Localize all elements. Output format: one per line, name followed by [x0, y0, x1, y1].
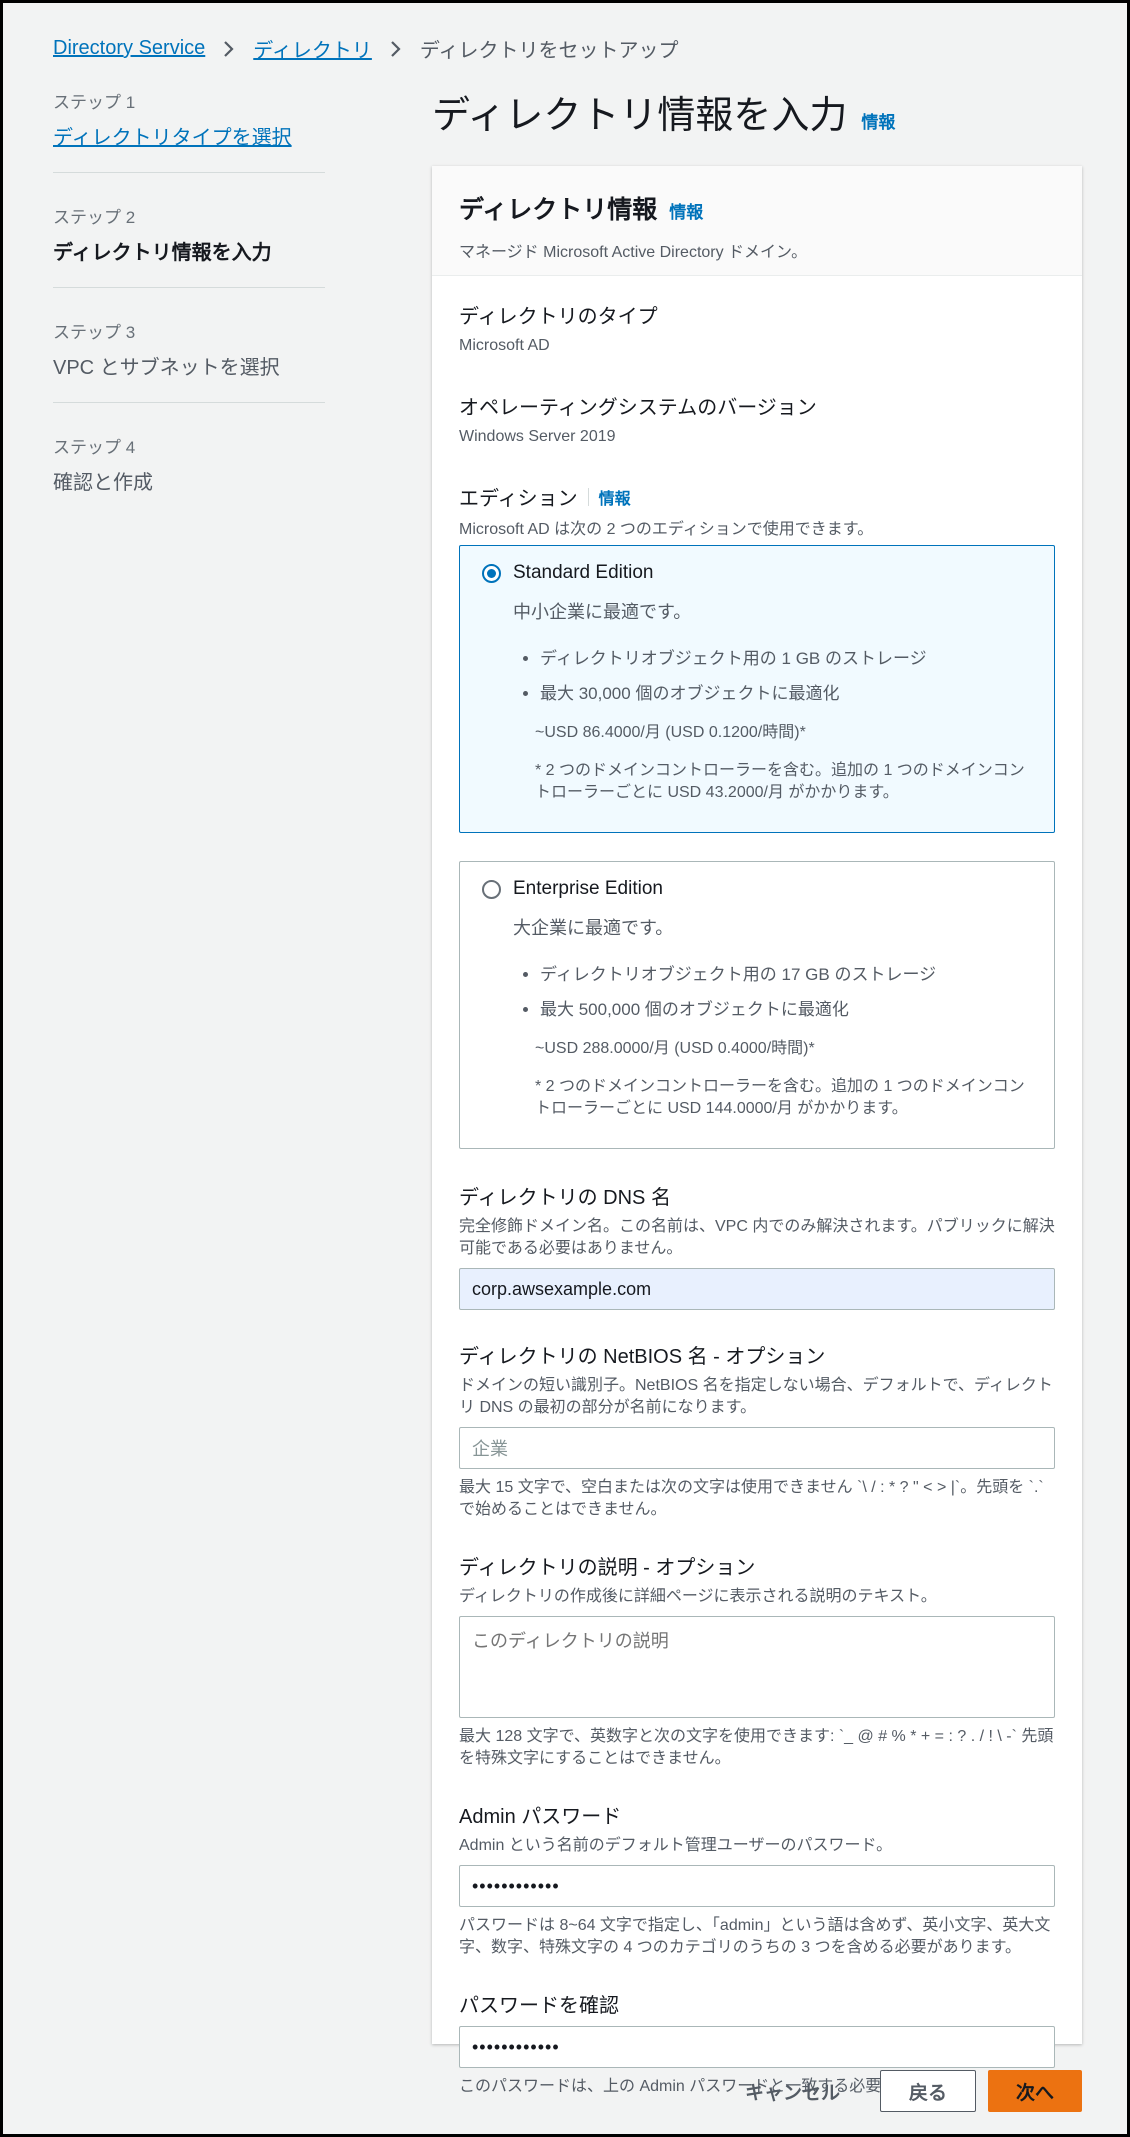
confirm-password-input[interactable]: •••••••••••• — [459, 2026, 1055, 2068]
admin-password-help: Admin という名前のデフォルト管理ユーザーのパスワード。 — [459, 1837, 893, 1854]
dns-name-help: 完全修飾ドメイン名。この名前は、VPC 内でのみ解決されます。パブリックに解決可… — [459, 1218, 1055, 1257]
page-info-link[interactable]: 情報 — [861, 108, 895, 133]
panel-info-link[interactable]: 情報 — [669, 198, 703, 223]
panel-title: ディレクトリ情報 情報 — [459, 190, 1055, 226]
chevron-right-icon — [223, 40, 235, 58]
dns-name-input[interactable]: corp.awsexample.com — [459, 1268, 1055, 1310]
step-2-current: ディレクトリ情報を入力 — [53, 242, 272, 264]
step-number: ステップ 1 — [53, 93, 136, 112]
edition-field: エディション 情報 Microsoft AD は次の 2 つのエディションで使用… — [459, 482, 1055, 1149]
admin-password-constraint: パスワードは 8~64 文字で指定し、「admin」という語は含めず、英小文字、… — [459, 1917, 1051, 1956]
breadcrumb-directory-service[interactable]: Directory Service — [53, 37, 205, 60]
netbios-name-help: ドメインの短い識別子。NetBIOS 名を指定しない場合、デフォルトで、ディレク… — [459, 1377, 1053, 1416]
divider — [587, 487, 589, 506]
chevron-right-icon — [390, 40, 402, 58]
step-number: ステップ 3 — [53, 323, 136, 342]
step-number: ステップ 2 — [53, 208, 136, 227]
netbios-name-input[interactable]: 企業 — [459, 1427, 1055, 1469]
edition-tile-enterprise[interactable]: Enterprise Edition 大企業に最適です。 ディレクトリオブジェク… — [459, 861, 1055, 1149]
cancel-button[interactable]: キャンセル — [745, 2078, 840, 2105]
radio-standard[interactable] — [482, 563, 501, 583]
netbios-name-label: ディレクトリの NetBIOS 名 - オプション — [459, 1346, 826, 1368]
description-textarea[interactable] — [459, 1616, 1055, 1718]
admin-password-field: Admin パスワード Admin という名前のデフォルト管理ユーザーのパスワー… — [459, 1800, 1055, 1959]
list-item: 最大 500,000 個のオブジェクトに最適化 — [540, 995, 1030, 1020]
panel-header: ディレクトリ情報 情報 マネージド Microsoft Active Direc… — [432, 166, 1082, 276]
tile-subtitle: 中小企業に最適です。 — [513, 602, 692, 622]
netbios-name-constraint: 最大 15 文字で、空白または次の文字は使用できません `\ / : * ? "… — [459, 1479, 1044, 1518]
panel-title-text: ディレクトリ情報 — [459, 196, 658, 224]
page-title-text: ディレクトリ情報を入力 — [432, 95, 848, 137]
tile-title: Enterprise Edition — [513, 878, 663, 899]
directory-type-value: Microsoft AD — [459, 337, 550, 354]
dns-name-label: ディレクトリの DNS 名 — [459, 1187, 671, 1209]
confirm-password-label: パスワードを確認 — [459, 1995, 619, 2017]
breadcrumb-current: ディレクトリをセットアップ — [419, 40, 679, 62]
directory-info-panel: ディレクトリ情報 情報 マネージド Microsoft Active Direc… — [432, 166, 1082, 2095]
step-4: ステップ 4 確認と作成 — [53, 433, 325, 517]
admin-password-label: Admin パスワード — [459, 1806, 622, 1828]
list-item: 最大 30,000 個のオブジェクトに最適化 — [540, 679, 1030, 704]
directory-type-field: ディレクトリのタイプ Microsoft AD — [459, 300, 1055, 355]
step-1: ステップ 1 ディレクトリタイプを選択 — [53, 88, 325, 173]
description-field: ディレクトリの説明 - オプション ディレクトリの作成後に詳細ページに表示される… — [459, 1551, 1055, 1770]
tile-title: Standard Edition — [513, 562, 654, 583]
next-button[interactable]: 次へ — [988, 2070, 1082, 2112]
panel-body: ディレクトリのタイプ Microsoft AD オペレーティングシステムのバージ… — [432, 276, 1082, 2122]
step-3-title: VPC とサブネットを選択 — [53, 357, 280, 379]
edition-info-link[interactable]: 情報 — [599, 485, 631, 509]
tile-note: * 2 つのドメインコントローラーを含む。追加の 1 つのドメインコントローラー… — [535, 762, 1025, 801]
description-constraint: 最大 128 文字で、英数字と次の文字を使用できます: `_ @ # % * +… — [459, 1728, 1054, 1767]
tile-bullets: ディレクトリオブジェクト用の 17 GB のストレージ 最大 500,000 個… — [540, 960, 1030, 1020]
tile-head: Standard Edition — [482, 562, 1030, 584]
admin-password-input[interactable]: •••••••••••• — [459, 1865, 1055, 1907]
edition-description: Microsoft AD は次の 2 つのエディションで使用できます。 — [459, 521, 874, 538]
page-title: ディレクトリ情報を入力 情報 — [432, 84, 895, 139]
directory-type-label: ディレクトリのタイプ — [459, 306, 658, 328]
back-button[interactable]: 戻る — [880, 2070, 976, 2112]
list-item: ディレクトリオブジェクト用の 1 GB のストレージ — [540, 644, 1030, 669]
radio-enterprise[interactable] — [482, 879, 501, 899]
breadcrumb-directories[interactable]: ディレクトリ — [253, 34, 372, 63]
tile-bullets: ディレクトリオブジェクト用の 1 GB のストレージ 最大 30,000 個のオ… — [540, 644, 1030, 704]
tile-price: ~USD 86.4000/月 (USD 0.1200/時間)* — [535, 724, 806, 741]
step-4-title: 確認と作成 — [53, 472, 153, 494]
step-1-link[interactable]: ディレクトリタイプを選択 — [53, 121, 325, 150]
breadcrumb: Directory Service ディレクトリ ディレクトリをセットアップ — [53, 34, 678, 63]
tile-price: ~USD 288.0000/月 (USD 0.4000/時間)* — [535, 1040, 815, 1057]
netbios-name-field: ディレクトリの NetBIOS 名 - オプション ドメインの短い識別子。Net… — [459, 1340, 1055, 1521]
edition-label-row: エディション 情報 — [459, 482, 1055, 511]
os-version-label: オペレーティングシステムのバージョン — [459, 397, 817, 419]
panel-description: マネージド Microsoft Active Directory ドメイン。 — [459, 244, 808, 261]
step-3: ステップ 3 VPC とサブネットを選択 — [53, 318, 325, 403]
wizard-footer: キャンセル 戻る 次へ — [745, 2070, 1082, 2112]
edition-label: エディション — [459, 488, 578, 510]
dns-name-field: ディレクトリの DNS 名 完全修飾ドメイン名。この名前は、VPC 内でのみ解決… — [459, 1181, 1055, 1310]
description-help: ディレクトリの作成後に詳細ページに表示される説明のテキスト。 — [459, 1588, 937, 1605]
description-label: ディレクトリの説明 - オプション — [459, 1557, 756, 1579]
tile-subtitle: 大企業に最適です。 — [513, 918, 674, 938]
os-version-field: オペレーティングシステムのバージョン Windows Server 2019 — [459, 391, 1055, 446]
os-version-value: Windows Server 2019 — [459, 428, 616, 445]
edition-tile-standard[interactable]: Standard Edition 中小企業に最適です。 ディレクトリオブジェクト… — [459, 545, 1055, 833]
step-2: ステップ 2 ディレクトリ情報を入力 — [53, 203, 325, 288]
list-item: ディレクトリオブジェクト用の 17 GB のストレージ — [540, 960, 1030, 985]
tile-note: * 2 つのドメインコントローラーを含む。追加の 1 つのドメインコントローラー… — [535, 1078, 1025, 1117]
wizard-steps: ステップ 1 ディレクトリタイプを選択 ステップ 2 ディレクトリ情報を入力 ス… — [53, 88, 325, 547]
step-number: ステップ 4 — [53, 438, 136, 457]
tile-head: Enterprise Edition — [482, 878, 1030, 900]
